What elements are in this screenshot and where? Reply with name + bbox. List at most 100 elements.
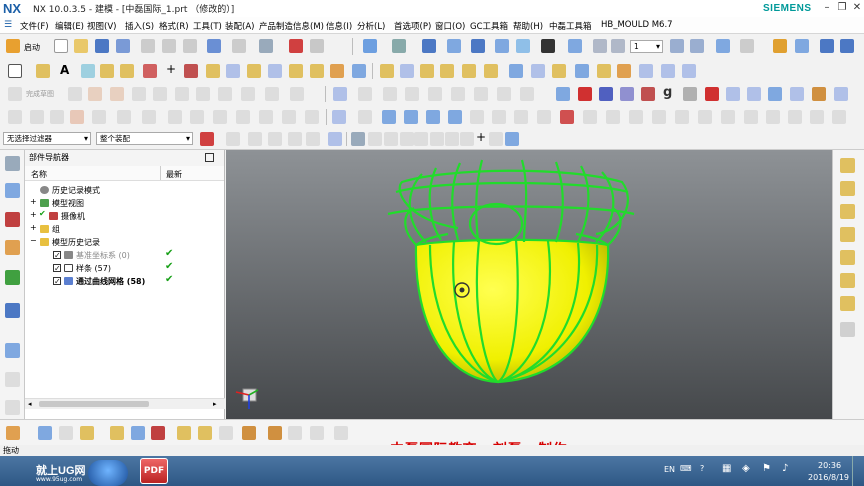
shield-icon[interactable]: ◈	[742, 463, 750, 474]
flag-icon[interactable]: ⚑	[762, 463, 771, 474]
view-left-icon[interactable]	[840, 296, 855, 311]
constraint-navigator-icon[interactable]	[5, 240, 20, 255]
menu-info[interactable]: 信息(I)	[326, 20, 352, 32]
open-icon[interactable]	[74, 39, 88, 53]
orient-view-icon[interactable]	[583, 110, 597, 124]
save-icon[interactable]	[95, 39, 109, 53]
offset-sketch-icon[interactable]	[168, 110, 182, 124]
start-menu-label[interactable]: 启动	[24, 42, 40, 53]
blend-icon[interactable]	[289, 64, 303, 78]
tree-row-model-history[interactable]: − 模型历史记录	[25, 236, 225, 249]
mirror-assembly-icon[interactable]	[80, 426, 94, 440]
sketch-icon[interactable]	[8, 64, 22, 78]
select-feature-icon[interactable]	[248, 132, 262, 146]
tooling-icon[interactable]	[288, 426, 302, 440]
add-component-icon[interactable]	[38, 426, 52, 440]
line-icon[interactable]	[88, 87, 102, 101]
layer-visible-icon[interactable]	[670, 39, 684, 53]
menu-insert[interactable]: 插入(S)	[125, 20, 154, 32]
snap-plus-icon[interactable]: +	[476, 130, 486, 144]
pad-icon[interactable]	[268, 64, 282, 78]
arc-icon[interactable]	[110, 87, 124, 101]
trim-sheet-icon[interactable]	[812, 87, 826, 101]
update-model-icon[interactable]	[448, 110, 462, 124]
info-icon[interactable]	[840, 39, 854, 53]
image-icon[interactable]	[81, 64, 95, 78]
copy-icon[interactable]	[162, 39, 176, 53]
sequence-icon[interactable]	[219, 426, 233, 440]
clearance-icon[interactable]	[242, 426, 256, 440]
fillet-curve-icon[interactable]	[153, 87, 167, 101]
general-selection-icon[interactable]	[226, 132, 240, 146]
edge-view-icon[interactable]	[495, 39, 509, 53]
web-browser-icon[interactable]	[5, 343, 20, 358]
expand-icon[interactable]: +	[30, 210, 37, 219]
move-component-icon[interactable]	[131, 426, 145, 440]
maximize-panel-icon[interactable]	[205, 153, 214, 162]
view-trimetric-icon[interactable]	[840, 250, 855, 265]
view-front-icon[interactable]	[840, 181, 855, 196]
volume-icon[interactable]: ♪	[782, 463, 788, 474]
reattach-icon[interactable]	[404, 110, 418, 124]
wcs-icon[interactable]	[740, 39, 754, 53]
sew-icon[interactable]	[509, 64, 523, 78]
language-indicator[interactable]: EN	[664, 465, 675, 474]
section-curve-icon[interactable]	[428, 87, 442, 101]
edit-sketch-icon[interactable]	[382, 110, 396, 124]
exploded-view-icon[interactable]	[177, 426, 191, 440]
snapshot-icon[interactable]	[820, 39, 834, 53]
component-pattern-icon[interactable]	[110, 426, 124, 440]
history-icon[interactable]	[5, 183, 20, 198]
sketch-style-icon[interactable]	[426, 110, 440, 124]
display-constraint-icon[interactable]	[259, 110, 273, 124]
snap-view-icon[interactable]	[629, 110, 643, 124]
layer-settings-icon[interactable]	[593, 39, 607, 53]
extract-curve-icon[interactable]	[451, 87, 465, 101]
menu-view[interactable]: 视图(V)	[87, 20, 116, 32]
solid-red-icon[interactable]	[578, 87, 592, 101]
network-icon[interactable]: ▦	[722, 463, 731, 474]
dimension-icon[interactable]	[190, 110, 204, 124]
column-name[interactable]: 名称	[31, 169, 47, 180]
snap-quadrant-icon[interactable]	[430, 132, 444, 146]
view-bottom-icon[interactable]	[840, 273, 855, 288]
derived-line-icon[interactable]	[8, 110, 22, 124]
collapse-icon[interactable]: −	[30, 236, 37, 245]
geometry-constraint-icon[interactable]	[332, 110, 346, 124]
offset-face-icon[interactable]	[462, 64, 476, 78]
start-icon[interactable]	[6, 39, 20, 53]
quick-trim-icon[interactable]	[30, 110, 44, 124]
menu-preferences[interactable]: 首选项(P)	[394, 20, 431, 32]
i-form-icon[interactable]	[790, 87, 804, 101]
point-icon[interactable]	[143, 64, 157, 78]
assembly-load-icon[interactable]	[6, 426, 20, 440]
swept-icon[interactable]	[641, 87, 655, 101]
paste-icon[interactable]	[183, 39, 197, 53]
convert-reference-icon[interactable]	[282, 110, 296, 124]
menu-zhonglei-toolbox[interactable]: 中磊工具箱	[549, 20, 592, 32]
hd3d-icon[interactable]	[5, 303, 20, 318]
help-tray-icon[interactable]: ?	[700, 464, 704, 473]
navigator-scrollbar[interactable]: ◂ ▸	[25, 398, 225, 409]
wireframe-icon[interactable]	[447, 39, 461, 53]
studio-spline-icon[interactable]	[744, 110, 758, 124]
sketch-orient-icon[interactable]	[537, 110, 551, 124]
clip-icon[interactable]	[516, 39, 530, 53]
text-icon[interactable]: A	[60, 63, 69, 77]
face-blend-icon[interactable]	[726, 87, 740, 101]
pocket-icon[interactable]	[247, 64, 261, 78]
trim-body-icon[interactable]	[420, 64, 434, 78]
patch-icon[interactable]	[531, 64, 545, 78]
fit-curve-icon[interactable]	[766, 110, 780, 124]
minimize-icon[interactable]: –	[820, 2, 834, 14]
clock-date[interactable]: 2016/8/19	[808, 473, 849, 482]
menu-pmi[interactable]: 产品制造信息(M)	[259, 20, 324, 32]
conic-icon[interactable]	[265, 87, 279, 101]
view-top-icon[interactable]	[840, 158, 855, 173]
surface-icon[interactable]	[556, 87, 570, 101]
snap-point-icon[interactable]	[445, 132, 459, 146]
alternate-solution-icon[interactable]	[305, 110, 319, 124]
menu-help[interactable]: 帮助(H)	[513, 20, 543, 32]
new-component-icon[interactable]	[59, 426, 73, 440]
plus-icon[interactable]: +	[166, 62, 176, 76]
